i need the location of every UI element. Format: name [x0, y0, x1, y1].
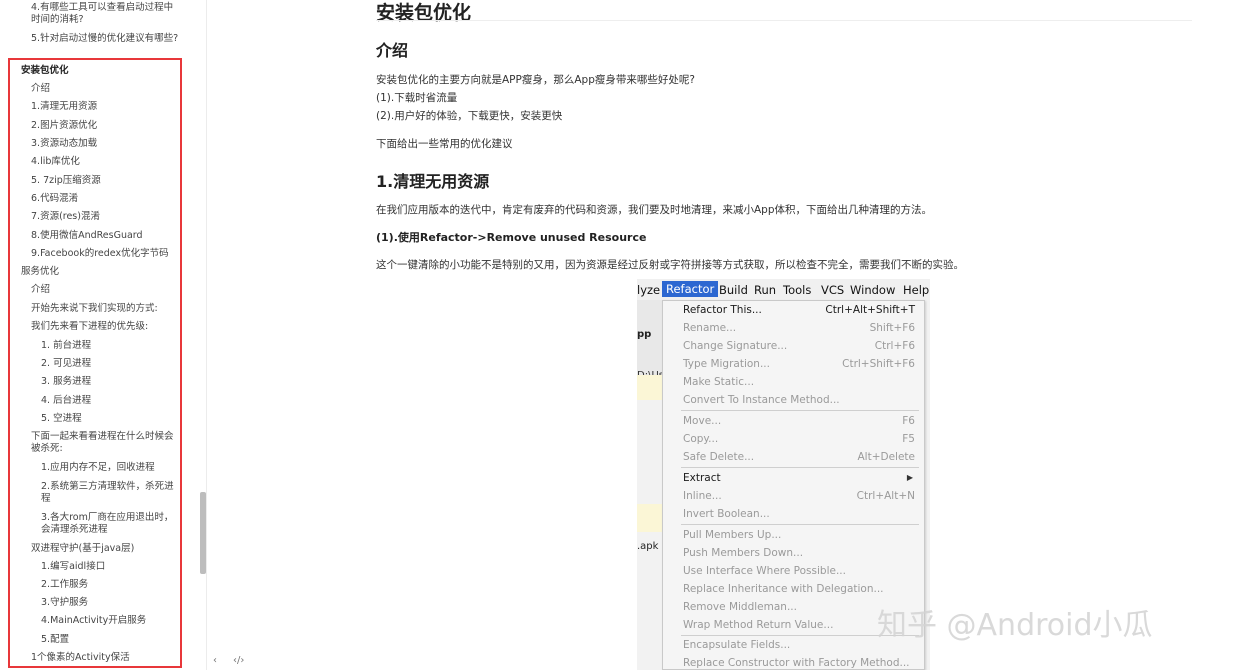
menu-item-extract[interactable]: Extract ▶ [683, 469, 915, 487]
ide-strip-highlight [637, 375, 662, 400]
menu-separator [681, 410, 919, 411]
menu-help[interactable]: Help [903, 283, 929, 297]
menu-item-type-migration[interactable]: Type Migration... Ctrl+Shift+F6 [683, 355, 915, 373]
menu-item-pull-members-up[interactable]: Pull Members Up... [683, 526, 915, 544]
sidebar-scrollbar[interactable] [200, 492, 206, 574]
menu-item-push-members-down[interactable]: Push Members Down... [683, 544, 915, 562]
toc-item[interactable]: 5.针对启动过慢的优化建议有哪些? [31, 33, 181, 45]
highlight-box [8, 58, 182, 668]
menu-window[interactable]: Window [850, 283, 895, 297]
collapse-icon[interactable]: ‹ [213, 655, 217, 666]
menu-item-convert-instance[interactable]: Convert To Instance Method... [683, 391, 915, 409]
intro-heading: 介绍 [376, 41, 409, 60]
menu-item-replace-constructor[interactable]: Replace Constructor with Factory Method.… [683, 654, 915, 670]
submenu-arrow-icon: ▶ [906, 473, 913, 482]
toc-item[interactable]: 4.有哪些工具可以查看启动过程中时间的消耗? [31, 2, 181, 26]
sidebar-footer: ‹ ‹/› [207, 652, 257, 670]
menu-item-refactor-this[interactable]: Refactor This... Ctrl+Alt+Shift+T [683, 301, 915, 319]
menu-separator [681, 524, 919, 525]
menu-run[interactable]: Run [754, 283, 776, 297]
title-divider [376, 20, 1192, 21]
intro-line: 安装包优化的主要方向就是APP瘦身，那么App瘦身带来哪些好处呢? [376, 74, 695, 86]
menu-item-rename[interactable]: Rename... Shift+F6 [683, 319, 915, 337]
ide-strip-text: pp [637, 329, 652, 340]
menu-item-invert-boolean[interactable]: Invert Boolean... [683, 505, 915, 523]
menu-item-inline[interactable]: Inline... Ctrl+Alt+N [683, 487, 915, 505]
intro-line: (2).用户好的体验，下载更快，安装更快 [376, 110, 563, 122]
page-title: 安装包优化 [376, 2, 472, 24]
section1-heading: 1.清理无用资源 [376, 172, 490, 191]
sub1-text: 这个一键清除的小功能不是特别的又用，因为资源是经过反射或字符拼接等方式获取，所以… [376, 259, 964, 271]
menu-item-safe-delete[interactable]: Safe Delete... Alt+Delete [683, 448, 915, 466]
ide-strip-text: .apk [637, 541, 659, 552]
sub1-heading: (1).使用Refactor->Remove unused Resource [376, 231, 647, 244]
code-toggle-icon[interactable]: ‹/› [233, 655, 244, 666]
toc-sidebar: 4.有哪些工具可以查看启动过程中时间的消耗? 5.针对启动过慢的优化建议有哪些?… [0, 0, 207, 670]
menu-analyze[interactable]: lyze [637, 283, 660, 297]
menu-refactor[interactable]: Refactor [662, 281, 719, 297]
ide-strip-highlight [637, 504, 662, 532]
menu-item-use-interface[interactable]: Use Interface Where Possible... [683, 562, 915, 580]
menu-tools[interactable]: Tools [783, 283, 811, 297]
menu-vcs[interactable]: VCS [821, 283, 844, 297]
intro-tail: 下面给出一些常用的优化建议 [376, 138, 513, 150]
section1-text: 在我们应用版本的迭代中，肯定有废弃的代码和资源，我们要及时地清理，来减小App体… [376, 204, 933, 216]
menu-item-change-signature[interactable]: Change Signature... Ctrl+F6 [683, 337, 915, 355]
menu-separator [681, 467, 919, 468]
menu-item-replace-inheritance[interactable]: Replace Inheritance with Delegation... [683, 580, 915, 598]
intro-line: (1).下载时省流量 [376, 92, 458, 104]
menu-build[interactable]: Build [719, 283, 748, 297]
menu-item-move[interactable]: Move... F6 [683, 412, 915, 430]
ide-menubar: lyze Refactor Build Run Tools VCS Window… [637, 279, 930, 300]
menu-item-copy[interactable]: Copy... F5 [683, 430, 915, 448]
menu-item-make-static[interactable]: Make Static... [683, 373, 915, 391]
watermark: 知乎 @Android小瓜 [877, 608, 1153, 643]
